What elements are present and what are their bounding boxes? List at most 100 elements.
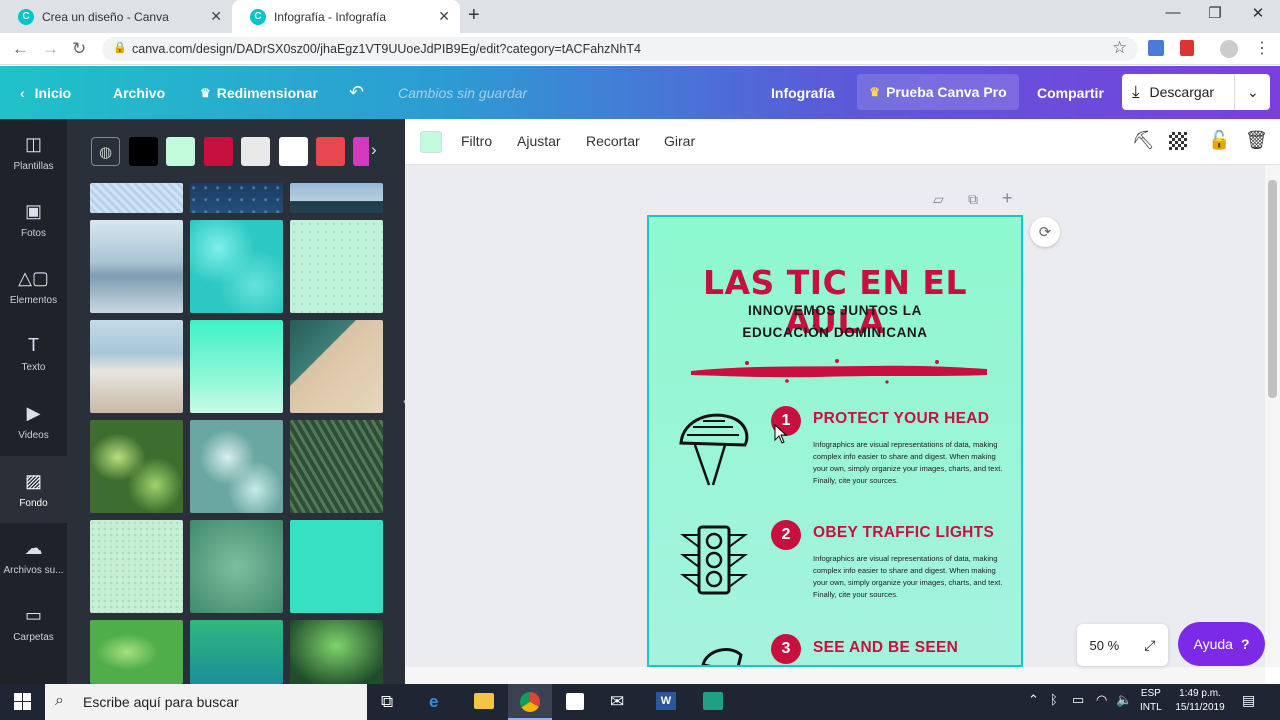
transparency-icon[interactable] xyxy=(1169,132,1187,150)
windows-start-icon[interactable] xyxy=(14,693,31,710)
palette-icon[interactable]: ◍ xyxy=(91,137,120,166)
taskbar-search-input[interactable]: ⌕ Escribe aquí para buscar xyxy=(45,684,367,720)
share-button[interactable]: Compartir xyxy=(1037,66,1104,119)
background-tile[interactable] xyxy=(290,183,383,213)
browser-tab[interactable]: C Crea un diseño - Canva ✕ xyxy=(0,0,232,33)
color-swatch[interactable] xyxy=(166,137,195,166)
notifications-icon[interactable]: ▤ xyxy=(1242,692,1255,709)
new-tab-icon[interactable]: + xyxy=(468,4,480,27)
section-heading[interactable]: OBEY TRAFFIC LIGHTS xyxy=(813,524,994,542)
section-body[interactable]: Infographics are visual representations … xyxy=(813,439,1003,487)
background-tile[interactable] xyxy=(90,220,183,313)
design-page[interactable]: LAS TIC EN EL AULA INNOVEMOS JUNTOS LA E… xyxy=(647,215,1023,667)
mail-icon[interactable]: ✉ xyxy=(610,692,624,712)
undo-icon[interactable]: ↶ xyxy=(349,66,364,119)
background-tile[interactable] xyxy=(290,620,383,684)
download-button[interactable]: ⤓ Descargar ⌄ xyxy=(1122,74,1270,110)
color-swatch[interactable] xyxy=(241,137,270,166)
background-tile[interactable] xyxy=(90,183,183,213)
wifi-icon[interactable]: ◠ xyxy=(1096,692,1107,708)
background-tile[interactable] xyxy=(290,520,383,613)
file-explorer-icon[interactable] xyxy=(474,693,494,709)
browser-tab-active[interactable]: C Infografía - Infografía ✕ xyxy=(232,0,460,33)
design-subtitle-line1[interactable]: INNOVEMOS JUNTOS LA xyxy=(649,303,1021,318)
try-pro-button[interactable]: ♛ Prueba Canva Pro xyxy=(857,74,1019,110)
paint-roller-icon[interactable]: ⛏ xyxy=(1132,130,1155,151)
background-tile[interactable] xyxy=(190,183,283,213)
sidebar-item-uploads[interactable]: ☁ Archivos su... xyxy=(0,523,67,590)
sidebar-item-photos[interactable]: ▣ Fotos xyxy=(0,186,67,253)
background-tile[interactable] xyxy=(190,520,283,613)
color-swatch[interactable] xyxy=(316,137,345,166)
minimize-icon[interactable]: — xyxy=(1153,4,1193,21)
background-tile[interactable] xyxy=(190,420,283,513)
doc-type-label[interactable]: Infografía xyxy=(771,66,835,119)
task-view-icon[interactable]: ⧉ xyxy=(381,692,393,712)
background-tile[interactable] xyxy=(90,620,183,684)
close-tab-icon[interactable]: ✕ xyxy=(438,8,450,25)
color-swatch[interactable] xyxy=(353,137,369,166)
word-icon[interactable]: W xyxy=(656,692,676,710)
clock[interactable]: 1:49 p.m. 15/11/2019 xyxy=(1170,687,1230,715)
app-icon[interactable] xyxy=(703,692,723,710)
section-body[interactable]: Infographics are visual representations … xyxy=(813,553,1003,601)
fullscreen-icon[interactable]: ⤢ xyxy=(1144,637,1155,654)
bluetooth-icon[interactable]: ᛒ xyxy=(1050,692,1058,707)
home-button[interactable]: ‹ Inicio xyxy=(20,66,71,119)
zoom-level[interactable]: 50 % xyxy=(1090,638,1120,653)
battery-icon[interactable]: ▭ xyxy=(1072,692,1084,708)
background-tile[interactable] xyxy=(90,320,183,413)
lock-icon[interactable]: 🔓 xyxy=(1208,130,1230,151)
background-tile[interactable] xyxy=(90,520,183,613)
trash-icon[interactable]: 🗑 xyxy=(1245,130,1268,151)
color-swatch[interactable] xyxy=(204,137,233,166)
background-tile[interactable] xyxy=(290,220,383,313)
background-tile[interactable] xyxy=(190,220,283,313)
resize-button[interactable]: ♛ Redimensionar xyxy=(200,66,318,119)
traffic-light-icon[interactable] xyxy=(679,523,749,597)
rotate-handle-icon[interactable]: ⟳ xyxy=(1030,217,1060,247)
background-tile[interactable] xyxy=(190,620,283,684)
sidebar-item-background[interactable]: ▨ Fondo xyxy=(0,456,67,523)
background-tile[interactable] xyxy=(90,420,183,513)
sidebar-item-templates[interactable]: ◫ Plantillas xyxy=(0,119,67,186)
background-tile[interactable] xyxy=(290,420,383,513)
design-subtitle-line2[interactable]: EDUCACIÓN DOMINICANA xyxy=(649,325,1021,340)
filter-button[interactable]: Filtro xyxy=(461,133,492,149)
reload-icon[interactable]: ↻ xyxy=(72,39,86,59)
duplicate-page-icon[interactable]: ⧉ xyxy=(968,191,978,208)
brush-stroke-divider[interactable] xyxy=(687,357,991,385)
background-tile[interactable] xyxy=(190,320,283,413)
translate-extension-icon[interactable] xyxy=(1148,40,1164,56)
horizontal-scrollbar[interactable] xyxy=(405,667,1265,684)
section-heading[interactable]: SEE AND BE SEEN xyxy=(813,639,958,657)
bookmark-star-icon[interactable]: ☆ xyxy=(1112,38,1127,58)
adjust-button[interactable]: Ajustar xyxy=(517,133,561,149)
reflector-icon[interactable] xyxy=(697,643,747,667)
sidebar-item-text[interactable]: T Texto xyxy=(0,320,67,387)
forward-icon[interactable]: → xyxy=(42,39,59,59)
tray-chevron-up-icon[interactable]: ⌃ xyxy=(1028,692,1039,708)
browser-menu-icon[interactable]: ⋮ xyxy=(1254,38,1270,58)
language-indicator[interactable]: ESP INTL xyxy=(1140,687,1162,715)
sidebar-item-elements[interactable]: △▢ Elementos xyxy=(0,253,67,320)
url-input[interactable]: 🔒 canva.com/design/DADrSX0sz00/jhaEgz1VT… xyxy=(102,37,1138,61)
vertical-scrollbar-thumb[interactable] xyxy=(1268,180,1277,398)
help-button[interactable]: Ayuda ? xyxy=(1178,622,1265,666)
background-color-button[interactable] xyxy=(420,131,442,153)
zoom-control[interactable]: 50 % ⤢ xyxy=(1077,624,1168,666)
volume-icon[interactable]: 🔈 xyxy=(1116,692,1132,708)
profile-avatar[interactable] xyxy=(1220,40,1238,58)
close-window-icon[interactable]: ✕ xyxy=(1238,4,1278,22)
close-tab-icon[interactable]: ✕ xyxy=(210,8,222,25)
back-icon[interactable]: ← xyxy=(12,39,29,59)
color-swatch[interactable] xyxy=(129,137,158,166)
chevron-down-icon[interactable]: ⌄ xyxy=(1234,74,1259,110)
rotate-button[interactable]: Girar xyxy=(664,133,695,149)
color-swatch[interactable] xyxy=(279,137,308,166)
file-menu-button[interactable]: Archivo xyxy=(113,66,165,119)
add-page-icon[interactable]: + xyxy=(1002,188,1013,209)
sidebar-item-videos[interactable]: ▶ Videos xyxy=(0,388,67,455)
maximize-icon[interactable]: ❐ xyxy=(1195,4,1235,22)
chevron-right-icon[interactable]: › xyxy=(371,140,377,160)
